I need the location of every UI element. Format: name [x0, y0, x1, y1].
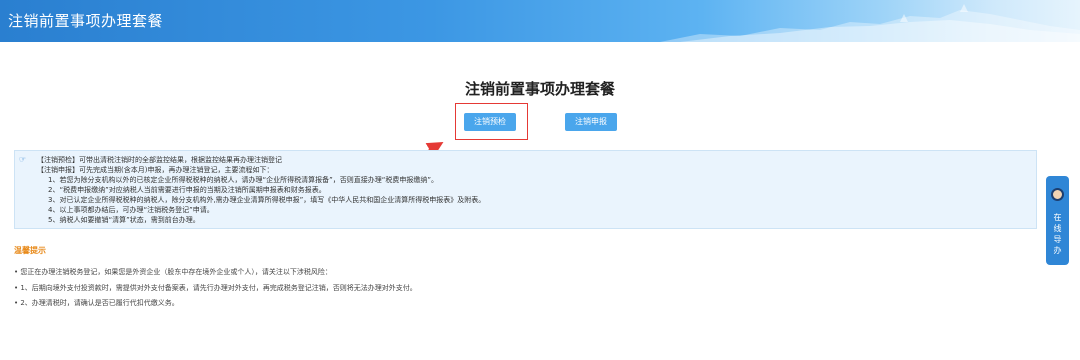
info-line: 4、以上事项都办结后，可办理“注销税务登记”申请。 [48, 206, 214, 214]
online-guide-button[interactable]: 在线导办 [1046, 176, 1069, 265]
info-line: 3、对已认定企业所得税税种的纳税人，除分支机构外,需办理企业清算所得税申报”，填… [48, 196, 486, 204]
info-icon: ☞ [19, 155, 27, 164]
info-line: 5、纳税人如要撤销“清算”状态，需到前台办理。 [48, 216, 200, 224]
info-panel: ☞ 【注销预检】可带出清税注销时的全部监控结果，根据监控结果再办理注销登记 【注… [14, 150, 1037, 229]
online-guide-char: 线 [1053, 224, 1062, 233]
online-guide-label: 在线导办 [1046, 212, 1069, 256]
tips-title: 温馨提示 [14, 246, 46, 255]
online-guide-char: 办 [1053, 246, 1062, 255]
tip-line: • 2、办理清税时，请确认是否已履行代扣代缴义务。 [14, 299, 179, 307]
info-line: 2、“税费申报缴纳”对应纳税人当前需要进行申报的当期及注销所属期申报表和财务报表… [48, 186, 326, 194]
guide-avatar-icon [1051, 188, 1064, 201]
online-guide-char: 在 [1053, 213, 1062, 222]
info-line: 【注销申报】可先完成当期(含本月)申报，再办理注销登记，主要流程如下： [37, 166, 274, 174]
tip-line: • 您正在办理注销税务登记，如果您是外资企业（股东中存在境外企业或个人），请关注… [14, 268, 332, 276]
online-guide-char: 导 [1053, 235, 1062, 244]
info-line: 【注销预检】可带出清税注销时的全部监控结果，根据监控结果再办理注销登记 [37, 156, 282, 164]
tip-line: • 1、后期向境外支付投资款时，需提供对外支付备案表，请先行办理对外支付，再完成… [14, 284, 417, 292]
info-line: 1、若您为除分支机构以外的已核定企业所得税税种的纳税人，请办理“企业所得税清算报… [48, 176, 438, 184]
